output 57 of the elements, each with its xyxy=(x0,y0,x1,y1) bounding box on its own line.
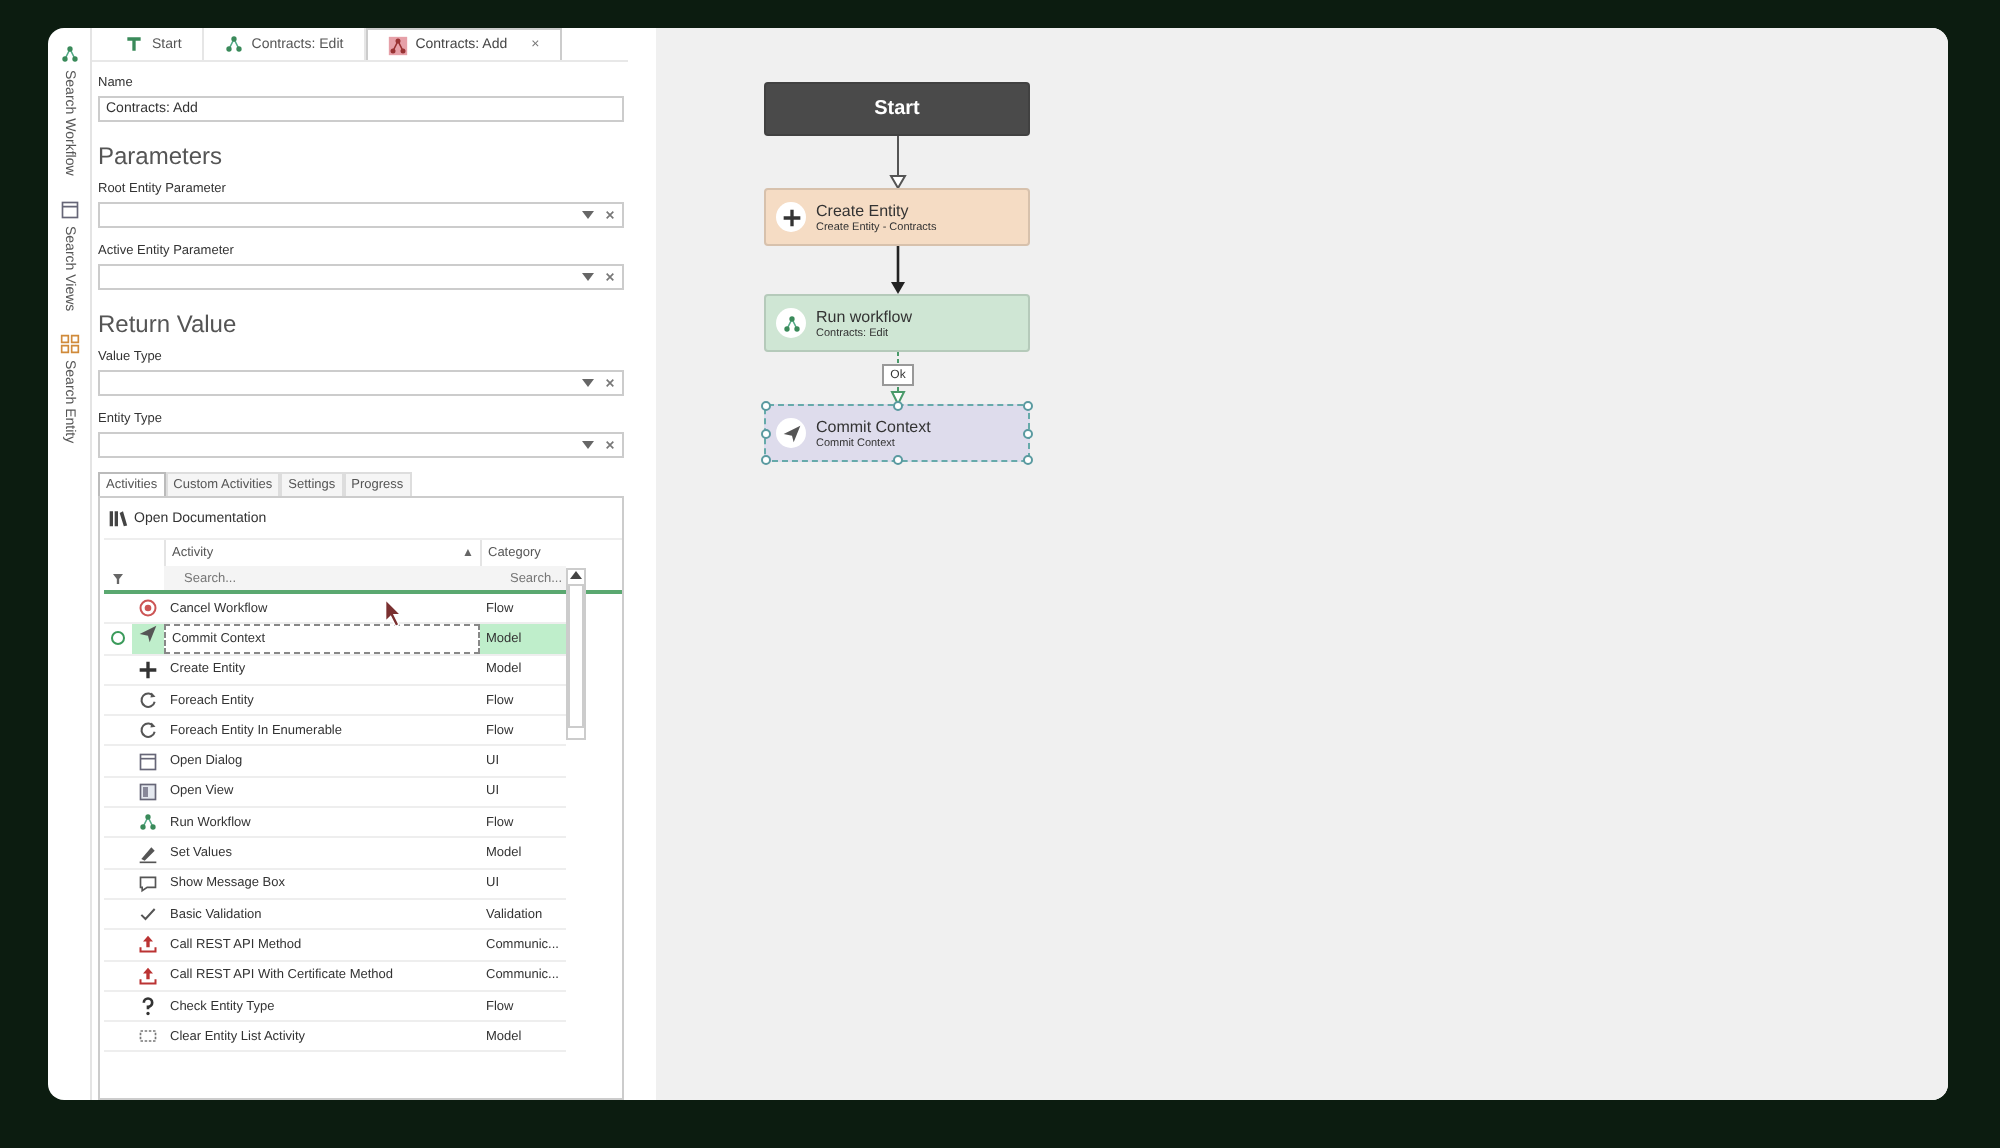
clear-icon[interactable] xyxy=(604,378,616,388)
scroll-up-icon[interactable] xyxy=(570,570,582,580)
section-heading: Parameters xyxy=(98,142,225,170)
message-icon xyxy=(138,873,158,894)
resize-handle[interactable] xyxy=(892,401,902,411)
dropdown-field[interactable] xyxy=(98,370,624,396)
resize-handle[interactable] xyxy=(761,428,771,438)
question-icon xyxy=(138,996,158,1016)
workflow-icon xyxy=(387,35,408,55)
dropdown-caret-icon[interactable] xyxy=(582,440,594,450)
node-title: Create Entity xyxy=(816,201,909,219)
dialog-icon xyxy=(138,751,158,772)
clear-icon[interactable] xyxy=(604,210,616,220)
node-title: Run workflow xyxy=(816,307,913,325)
loop-icon xyxy=(138,690,158,711)
dialog-icon xyxy=(59,199,79,220)
cancel-icon xyxy=(138,598,158,619)
workflow-icon xyxy=(781,313,801,333)
grid-icon xyxy=(59,334,79,355)
connector-arrow xyxy=(889,135,907,190)
workflow-icon xyxy=(223,34,244,54)
resize-handle[interactable] xyxy=(892,455,902,465)
dropdown-caret-icon[interactable] xyxy=(582,378,594,388)
row-indicator-icon xyxy=(110,630,126,647)
resize-handle[interactable] xyxy=(1023,401,1033,411)
dropdown-field[interactable] xyxy=(98,264,624,290)
connector-arrow xyxy=(891,246,905,294)
workflow-icon xyxy=(59,44,79,64)
upload-icon xyxy=(138,965,158,986)
loop-icon xyxy=(138,720,158,741)
list-icon xyxy=(138,1026,158,1047)
view-icon xyxy=(138,781,158,802)
plus-icon xyxy=(781,207,801,227)
check-icon xyxy=(138,904,158,925)
upload-icon xyxy=(138,934,158,955)
books-icon xyxy=(108,508,128,528)
clear-icon[interactable] xyxy=(604,272,616,282)
dropdown-caret-icon[interactable] xyxy=(582,210,594,220)
node-title: Commit Context xyxy=(816,417,931,435)
dropdown-field[interactable] xyxy=(98,202,624,228)
plus-icon xyxy=(138,659,158,680)
workflow-icon xyxy=(138,812,158,833)
paper-plane-icon xyxy=(138,624,158,645)
resize-handle[interactable] xyxy=(1023,455,1033,465)
resize-handle[interactable] xyxy=(761,401,771,411)
dropdown-caret-icon[interactable] xyxy=(582,272,594,282)
dropdown-field[interactable] xyxy=(98,432,624,458)
pen-icon xyxy=(138,843,158,864)
resize-handle[interactable] xyxy=(761,455,771,465)
section-heading: Return Value xyxy=(98,310,239,338)
start-node[interactable]: Start xyxy=(764,82,1030,136)
paper-plane-icon xyxy=(781,423,801,443)
resize-handle[interactable] xyxy=(1023,428,1033,438)
clear-icon[interactable] xyxy=(604,440,616,450)
start-icon xyxy=(124,34,144,54)
filter-icon[interactable] xyxy=(112,573,124,583)
scrollbar[interactable] xyxy=(566,568,586,740)
